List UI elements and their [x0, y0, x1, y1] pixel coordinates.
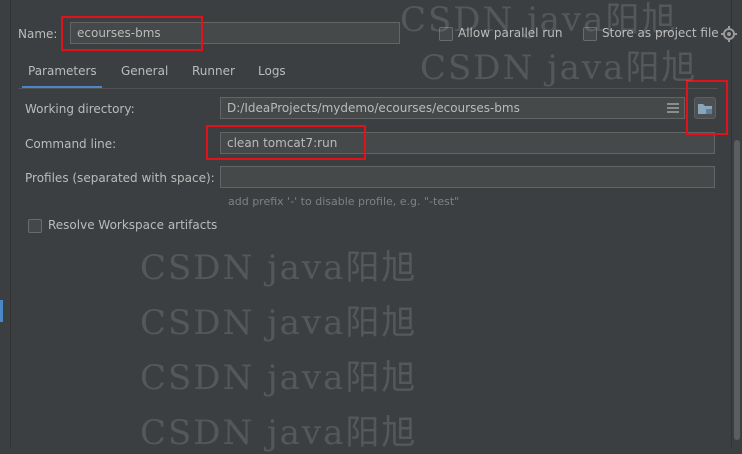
tab-runner[interactable]: Runner — [192, 64, 235, 78]
name-label: Name: — [18, 27, 58, 41]
list-icon[interactable] — [664, 99, 682, 117]
command-line-label: Command line: — [25, 137, 117, 151]
highlight-name — [61, 16, 203, 51]
tab-parameters[interactable]: Parameters — [28, 64, 97, 78]
watermark: CSDN java阳旭 — [420, 48, 698, 88]
gear-icon[interactable] — [720, 25, 738, 43]
watermark: CSDN java阳旭 — [140, 303, 418, 343]
scrollbar-thumb[interactable] — [734, 140, 740, 440]
left-panel-edge — [0, 0, 11, 447]
resolve-workspace-checkbox[interactable] — [28, 219, 42, 233]
working-directory-input[interactable]: D:/IdeaProjects/mydemo/ecourses/ecourses… — [220, 97, 685, 119]
profiles-hint: add prefix '-' to disable profile, e.g. … — [228, 195, 460, 208]
profiles-input[interactable] — [220, 166, 715, 188]
profiles-label: Profiles (separated with space): — [25, 171, 215, 185]
highlight-command-line — [206, 125, 366, 160]
watermark: CSDN java阳旭 — [140, 358, 418, 398]
resolve-workspace-label: Resolve Workspace artifacts — [48, 218, 218, 232]
tab-logs[interactable]: Logs — [258, 64, 286, 78]
watermark: CSDN java阳旭 — [400, 0, 678, 40]
left-selection-indicator — [0, 300, 3, 322]
watermark: CSDN java阳旭 — [140, 248, 418, 288]
working-directory-label: Working directory: — [25, 102, 135, 116]
tab-general[interactable]: General — [121, 64, 168, 78]
